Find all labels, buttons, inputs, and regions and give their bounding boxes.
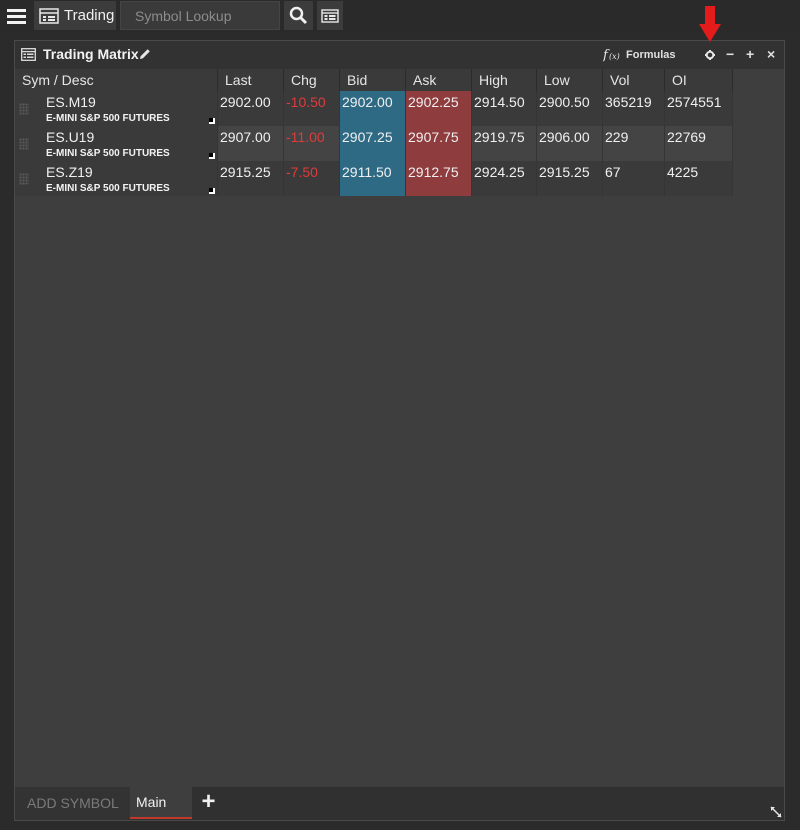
- cell-last: 2907.00: [218, 126, 284, 161]
- symbol-lookup-input[interactable]: [120, 1, 280, 30]
- trading-icon: [39, 8, 59, 24]
- symbol-desc: E-MINI S&P 500 FUTURES: [46, 148, 170, 159]
- cell-high: 2924.25: [472, 161, 537, 196]
- panel-title: Trading Matrix: [43, 46, 139, 62]
- panel-header[interactable]: Trading Matrix f (x) Formulas − + ×: [15, 41, 784, 69]
- symbol-code: ES.M19: [46, 94, 96, 110]
- col-header-last[interactable]: Last: [218, 69, 284, 91]
- col-header-bid[interactable]: Bid: [340, 69, 406, 91]
- cell-high: 2919.75: [472, 126, 537, 161]
- menu-icon: [7, 9, 26, 12]
- tab-bar: ADD SYMBOL Main +: [15, 787, 784, 820]
- arrow-down-icon: [699, 6, 721, 42]
- cell-chg: -11.00: [284, 126, 340, 161]
- cell-chg: -10.50: [284, 91, 340, 126]
- cell-symbol[interactable]: ES.U19 E-MINI S&P 500 FUTURES: [15, 126, 218, 161]
- col-header-vol[interactable]: Vol: [603, 69, 665, 91]
- col-header-sym-desc[interactable]: Sym / Desc: [15, 69, 218, 91]
- cell-vol: 365219: [603, 91, 665, 126]
- table-row[interactable]: ES.M19 E-MINI S&P 500 FUTURES 2902.00 -1…: [15, 91, 733, 126]
- col-header-high[interactable]: High: [472, 69, 537, 91]
- cell-symbol[interactable]: ES.M19 E-MINI S&P 500 FUTURES: [15, 91, 218, 126]
- cell-bid[interactable]: 2902.00: [340, 91, 406, 126]
- expand-corner-icon[interactable]: [209, 188, 215, 194]
- menu-button[interactable]: [0, 1, 32, 30]
- cell-symbol[interactable]: ES.Z19 E-MINI S&P 500 FUTURES: [15, 161, 218, 196]
- table-row[interactable]: ES.Z19 E-MINI S&P 500 FUTURES 2915.25 -7…: [15, 161, 733, 196]
- cell-ask[interactable]: 2907.75: [406, 126, 472, 161]
- cell-chg: -7.50: [284, 161, 340, 196]
- grid-icon: [21, 48, 36, 61]
- table-row[interactable]: ES.U19 E-MINI S&P 500 FUTURES 2907.00 -1…: [15, 126, 733, 161]
- symbol-code: ES.U19: [46, 129, 95, 145]
- cell-vol: 67: [603, 161, 665, 196]
- drag-handle-icon[interactable]: [19, 173, 29, 185]
- cell-vol: 229: [603, 126, 665, 161]
- search-button[interactable]: [284, 1, 313, 30]
- cell-oi: 22769: [665, 126, 733, 161]
- expand-corner-icon[interactable]: [209, 153, 215, 159]
- symbol-desc: E-MINI S&P 500 FUTURES: [46, 183, 170, 194]
- menu-icon-bar: [7, 21, 26, 24]
- tab-main[interactable]: Main: [130, 787, 192, 819]
- pencil-icon[interactable]: [139, 48, 151, 60]
- dom-icon: [321, 9, 339, 23]
- col-header-ask[interactable]: Ask: [406, 69, 472, 91]
- trading-label: Trading: [64, 7, 115, 24]
- col-header-low[interactable]: Low: [537, 69, 603, 91]
- symbol-code: ES.Z19: [46, 164, 93, 180]
- drag-handle-icon[interactable]: [19, 138, 29, 150]
- dom-button[interactable]: [317, 1, 343, 30]
- expand-corner-icon[interactable]: [209, 118, 215, 124]
- cell-oi: 2574551: [665, 91, 733, 126]
- add-symbol-tab[interactable]: ADD SYMBOL: [15, 787, 130, 820]
- maximize-button[interactable]: +: [746, 46, 754, 62]
- cell-low: 2900.50: [537, 91, 603, 126]
- col-header-oi[interactable]: OI: [665, 69, 733, 91]
- minimize-button[interactable]: −: [726, 46, 734, 62]
- drag-handle-icon[interactable]: [19, 103, 29, 115]
- symbol-desc: E-MINI S&P 500 FUTURES: [46, 113, 170, 124]
- cell-bid[interactable]: 2911.50: [340, 161, 406, 196]
- gear-icon[interactable]: [705, 50, 715, 60]
- top-toolbar: Trading: [0, 0, 800, 32]
- formula-icon[interactable]: f (x): [603, 47, 623, 63]
- cell-ask[interactable]: 2912.75: [406, 161, 472, 196]
- cell-last: 2915.25: [218, 161, 284, 196]
- add-tab-button[interactable]: +: [194, 787, 223, 820]
- cell-ask[interactable]: 2902.25: [406, 91, 472, 126]
- trading-button[interactable]: Trading: [34, 1, 116, 30]
- search-icon: [289, 6, 308, 25]
- cell-low: 2915.25: [537, 161, 603, 196]
- formulas-button[interactable]: Formulas: [626, 49, 676, 61]
- cell-last: 2902.00: [218, 91, 284, 126]
- cell-oi: 4225: [665, 161, 733, 196]
- resize-icon[interactable]: [769, 805, 783, 819]
- cell-high: 2914.50: [472, 91, 537, 126]
- cell-bid[interactable]: 2907.25: [340, 126, 406, 161]
- menu-icon-bar: [7, 15, 26, 18]
- cell-low: 2906.00: [537, 126, 603, 161]
- col-header-chg[interactable]: Chg: [284, 69, 340, 91]
- close-button[interactable]: ×: [767, 46, 775, 62]
- svg-text:(x): (x): [609, 52, 620, 61]
- trading-matrix-panel: Trading Matrix f (x) Formulas − + × Sym …: [14, 40, 785, 821]
